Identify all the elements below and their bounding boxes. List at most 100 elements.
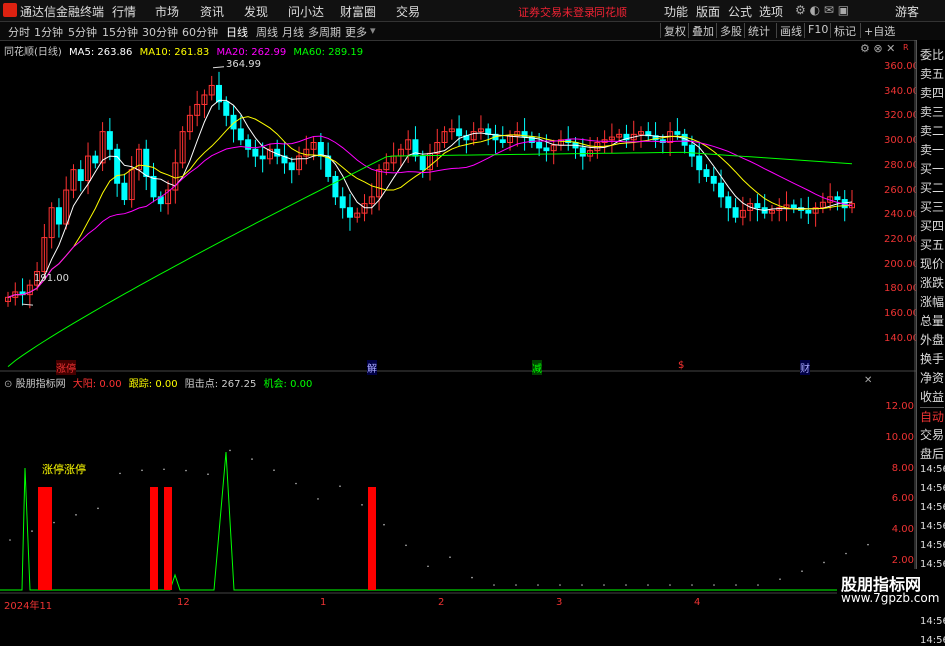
- right-panel: 委比卖五卖四卖三卖二卖一买一买二买三买四买五现价涨跌涨幅总量外盘换手净资收益自动…: [916, 40, 945, 646]
- date-label: 1: [320, 597, 327, 608]
- candle-body: [55, 207, 62, 225]
- candle-body: [499, 139, 506, 144]
- jihui-line: [0, 451, 916, 591]
- marker-cai[interactable]: 财: [800, 360, 810, 375]
- right-panel-item[interactable]: 总量: [920, 312, 944, 329]
- zudian-dot: [31, 530, 33, 532]
- indicator-tick-label: 12.00: [885, 401, 914, 412]
- right-panel-item[interactable]: 委比: [920, 46, 944, 63]
- zudian-dot: [119, 472, 121, 475]
- watermark: 股朋指标网 www.7gpzb.com: [837, 569, 945, 609]
- candle-body: [732, 207, 739, 218]
- right-panel-item[interactable]: 卖二: [920, 122, 944, 139]
- candle-body: [114, 148, 121, 184]
- candle-body: [143, 148, 150, 177]
- candle-body: [419, 155, 426, 171]
- zudian-dot: [251, 458, 253, 460]
- candle-body: [346, 207, 353, 218]
- right-panel-item[interactable]: 买四: [920, 217, 944, 234]
- zudian-dot: [163, 468, 165, 471]
- right-panel-item[interactable]: 买五: [920, 236, 944, 253]
- right-panel-item[interactable]: 涨跌: [920, 274, 944, 291]
- kline-chart[interactable]: [0, 0, 916, 609]
- dayang-bar: [164, 487, 172, 590]
- zudian-dot: [383, 523, 385, 526]
- candle-body: [579, 147, 586, 157]
- marker-jie[interactable]: 解: [367, 360, 377, 375]
- indicator-tick-label: 8.00: [891, 462, 914, 474]
- zudian-dot: [427, 565, 429, 568]
- zudian-dot: [845, 552, 847, 555]
- indicator-tick-label: 4.00: [891, 524, 914, 536]
- right-panel-item[interactable]: 14:56: [920, 483, 945, 494]
- zudian-dot: [493, 584, 495, 586]
- indicator-tick-label: 10.00: [885, 431, 914, 443]
- candle-body: [317, 142, 324, 157]
- date-label: 12: [177, 597, 190, 608]
- right-panel-item[interactable]: 卖一: [920, 141, 944, 158]
- zudian-dot: [537, 584, 539, 586]
- zudian-dot: [75, 514, 77, 516]
- zudian-dot: [801, 570, 803, 572]
- candle-body: [674, 131, 681, 135]
- zudian-dot: [9, 539, 11, 541]
- right-panel-item[interactable]: 14:56: [920, 464, 945, 475]
- candle-body: [223, 101, 230, 116]
- zudian-dot: [97, 507, 99, 510]
- zudian-dot: [625, 584, 627, 586]
- candle-body: [252, 148, 259, 157]
- indicator-tick-label: 6.00: [891, 493, 914, 505]
- right-panel-item[interactable]: 14:56: [920, 540, 945, 551]
- right-panel-item[interactable]: 涨幅: [920, 293, 944, 310]
- marker-dollar[interactable]: $: [678, 360, 684, 371]
- right-panel-item[interactable]: 14:56: [920, 502, 945, 513]
- right-panel-item[interactable]: 交易: [920, 426, 944, 443]
- candle-body: [834, 196, 841, 201]
- right-panel-item[interactable]: 买一: [920, 160, 944, 177]
- right-panel-item[interactable]: 换手: [920, 350, 944, 367]
- right-panel-item[interactable]: 现价: [920, 255, 944, 272]
- marker-jian[interactable]: 减: [532, 360, 542, 375]
- candle-body: [696, 155, 703, 171]
- indicator-tick-label: 2.00: [891, 555, 914, 566]
- zudian-dot: [757, 584, 759, 586]
- zudian-dot: [779, 578, 781, 580]
- right-panel-item[interactable]: 自动: [920, 407, 945, 425]
- right-panel-item[interactable]: 盘后: [920, 445, 944, 462]
- right-panel-item[interactable]: 买三: [920, 198, 944, 215]
- zudian-dot: [141, 469, 143, 472]
- right-panel-item[interactable]: 买二: [920, 179, 944, 196]
- candle-body: [288, 162, 295, 171]
- right-panel-item[interactable]: 14:56: [920, 635, 945, 646]
- zudian-dot: [207, 473, 209, 476]
- candle-body: [688, 144, 695, 157]
- candle-body: [259, 155, 266, 160]
- right-panel-item[interactable]: 14:56: [920, 616, 945, 627]
- marker-zhangting[interactable]: 涨停: [56, 360, 76, 375]
- candle-body: [536, 142, 543, 149]
- right-panel-item[interactable]: 卖五: [920, 65, 944, 82]
- right-panel-item[interactable]: 外盘: [920, 331, 944, 348]
- right-panel-item[interactable]: 卖三: [920, 103, 944, 120]
- right-panel-item[interactable]: 14:56: [920, 521, 945, 532]
- right-panel-item[interactable]: 卖四: [920, 84, 944, 101]
- right-panel-item[interactable]: 净资: [920, 369, 944, 386]
- candle-body: [718, 182, 725, 198]
- low-pointer: [21, 303, 34, 306]
- zhangting-label: 涨停涨停: [42, 463, 86, 476]
- candle-body: [332, 175, 339, 198]
- candle-body: [754, 203, 761, 209]
- watermark-line2: www.7gpzb.com: [841, 591, 940, 605]
- candle-body: [77, 169, 84, 182]
- zudian-dot: [449, 556, 451, 558]
- zudian-dot: [361, 504, 363, 506]
- candle-body: [216, 84, 222, 103]
- zudian-dot: [581, 584, 583, 586]
- dayang-bar: [38, 487, 52, 590]
- candle-body: [710, 175, 717, 184]
- zudian-dot: [515, 584, 517, 586]
- zudian-dot: [273, 469, 275, 471]
- right-panel-item[interactable]: 收益: [920, 388, 944, 405]
- candle-body: [121, 182, 128, 201]
- zudian-dot: [691, 584, 693, 586]
